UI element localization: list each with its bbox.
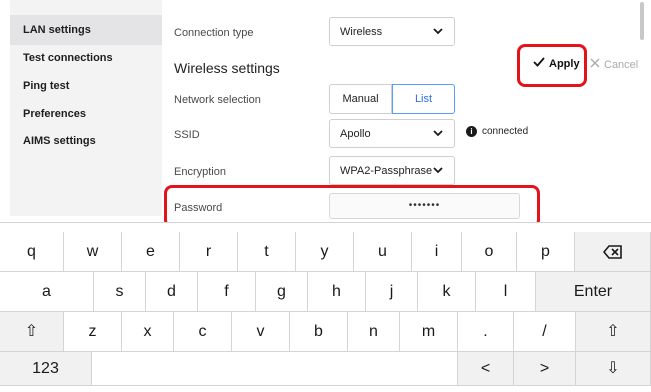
key-y[interactable]: y [296, 232, 354, 272]
key-slash[interactable]: / [514, 312, 576, 352]
key-g[interactable]: g [256, 272, 308, 312]
sidebar-item-label: Ping test [23, 80, 70, 92]
sidebar-item-test-connections[interactable]: Test connections [10, 43, 162, 73]
key-t[interactable]: t [238, 232, 296, 272]
cursor-left-key[interactable]: < [458, 352, 514, 386]
key-x[interactable]: x [122, 312, 174, 352]
key-s[interactable]: s [94, 272, 146, 312]
chevron-down-icon [433, 167, 443, 174]
sidebar-item-label: Test connections [23, 52, 113, 64]
key-q[interactable]: q [0, 232, 64, 272]
key-r[interactable]: r [180, 232, 238, 272]
sidebar-item-label: LAN settings [23, 24, 91, 36]
key-z[interactable]: z [64, 312, 122, 352]
key-i[interactable]: i [412, 232, 462, 272]
key-period[interactable]: . [458, 312, 514, 352]
ssid-status-text: connected [482, 126, 529, 138]
key-a[interactable]: a [0, 272, 94, 312]
shift-key-left[interactable]: ⇧ [0, 312, 64, 352]
apply-highlight-box [517, 44, 587, 87]
scrollbar[interactable] [640, 2, 644, 40]
key-k[interactable]: k [418, 272, 476, 312]
connection-type-value: Wireless [340, 26, 383, 38]
backspace-icon [602, 244, 622, 259]
space-key[interactable] [92, 352, 458, 386]
sidebar-item-ping-test[interactable]: Ping test [10, 71, 162, 101]
settings-panel: LAN settings Test connections Ping test … [0, 0, 651, 228]
hide-keyboard-key[interactable]: ⇩ [576, 352, 651, 386]
cursor-right-key[interactable]: > [514, 352, 576, 386]
cancel-label: Cancel [604, 59, 639, 71]
connection-type-label: Connection type [174, 27, 254, 39]
key-w[interactable]: w [64, 232, 122, 272]
network-selection-toggle: Manual List [329, 84, 455, 114]
sidebar-item-label: AIMS settings [23, 135, 96, 147]
section-title: Wireless settings [174, 60, 280, 76]
backspace-key[interactable] [575, 232, 651, 272]
keyboard-row-3: ⇧ z x c v b n m . / ⇧ [0, 312, 651, 352]
key-n[interactable]: n [348, 312, 400, 352]
ssid-select[interactable]: Apollo [329, 119, 455, 148]
keyboard-row-1: q w e r t y u i o p [0, 232, 651, 272]
sidebar-item-aims-settings[interactable]: AIMS settings [10, 126, 162, 156]
ssid-value: Apollo [340, 128, 371, 140]
sidebar-item-preferences[interactable]: Preferences [10, 99, 162, 129]
ssid-status: i connected [466, 126, 528, 137]
sidebar-item-label: Preferences [23, 108, 86, 120]
key-j[interactable]: j [366, 272, 418, 312]
chevron-down-icon [433, 28, 443, 35]
key-e[interactable]: e [122, 232, 180, 272]
key-v[interactable]: v [232, 312, 290, 352]
close-icon [590, 58, 600, 68]
key-f[interactable]: f [198, 272, 256, 312]
key-m[interactable]: m [400, 312, 458, 352]
encryption-value: WPA2-Passphrase [340, 165, 433, 177]
key-u[interactable]: u [354, 232, 412, 272]
keyboard-divider [0, 222, 651, 223]
connection-type-select[interactable]: Wireless [329, 17, 455, 46]
ssid-label: SSID [174, 129, 200, 141]
on-screen-keyboard: q w e r t y u i o p a s d f g h j k l En… [0, 222, 651, 386]
encryption-select[interactable]: WPA2-Passphrase [329, 156, 455, 185]
chevron-down-icon [433, 130, 443, 137]
sidebar-item-lan-settings[interactable]: LAN settings [10, 15, 162, 45]
network-option-manual[interactable]: Manual [329, 84, 392, 114]
key-b[interactable]: b [290, 312, 348, 352]
key-l[interactable]: l [476, 272, 536, 312]
encryption-label: Encryption [174, 166, 226, 178]
network-selection-label: Network selection [174, 94, 261, 106]
info-icon: i [466, 126, 477, 137]
numbers-key[interactable]: 123 [0, 352, 92, 386]
keyboard-row-4: 123 < > ⇩ [0, 352, 651, 392]
sidebar: LAN settings Test connections Ping test … [10, 0, 162, 216]
network-option-list[interactable]: List [392, 84, 455, 114]
key-d[interactable]: d [146, 272, 198, 312]
key-o[interactable]: o [462, 232, 517, 272]
enter-key[interactable]: Enter [536, 272, 651, 312]
key-h[interactable]: h [308, 272, 366, 312]
key-p[interactable]: p [517, 232, 575, 272]
keyboard-row-2: a s d f g h j k l Enter [0, 272, 651, 312]
cancel-button[interactable]: Cancel [590, 58, 638, 71]
key-c[interactable]: c [174, 312, 232, 352]
shift-key-right[interactable]: ⇧ [576, 312, 651, 352]
